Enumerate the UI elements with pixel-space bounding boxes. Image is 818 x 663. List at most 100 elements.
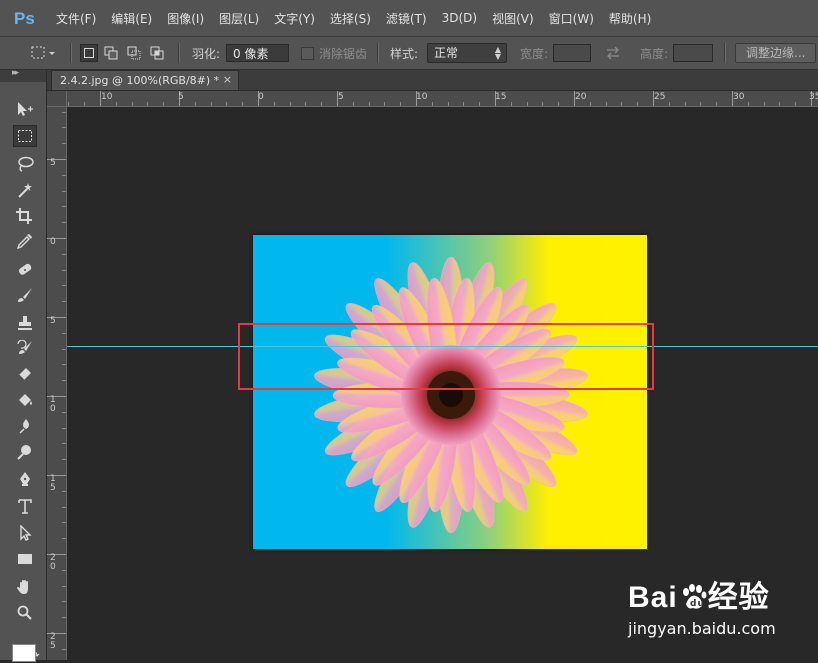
- feather-input[interactable]: 0 像素: [226, 44, 289, 62]
- menu-image[interactable]: 图像(I): [167, 10, 204, 27]
- refine-edge-button[interactable]: 调整边缘...: [735, 43, 817, 63]
- zoom-tool[interactable]: [13, 602, 37, 624]
- height-input[interactable]: [673, 44, 713, 62]
- ruler-minor-tick: [147, 102, 149, 106]
- eyedropper-tool-icon: [16, 234, 32, 249]
- brush-tool[interactable]: [13, 284, 37, 306]
- foreground-color-swatch[interactable]: [12, 644, 36, 662]
- dodge-tool[interactable]: [13, 441, 37, 463]
- menu-view[interactable]: 视图(V): [492, 10, 534, 27]
- width-input[interactable]: [553, 44, 591, 62]
- ruler-minor-tick: [779, 102, 781, 106]
- toolbox-collapse-bar[interactable]: ▸▸: [0, 68, 46, 82]
- eraser-tool[interactable]: [13, 362, 37, 384]
- ruler-minor-tick: [558, 102, 560, 106]
- horizontal-ruler[interactable]: 10 5 0 5 10 15 20 25 30 35: [67, 91, 818, 107]
- menu-filter[interactable]: 滤镜(T): [386, 10, 427, 27]
- ruler-minor-tick: [62, 174, 66, 176]
- watermark-logo-text: 经验: [707, 581, 770, 614]
- menu-edit[interactable]: 编辑(E): [111, 10, 152, 27]
- spot-healing-brush-tool[interactable]: [13, 259, 37, 281]
- rectangle-tool[interactable]: [13, 548, 37, 570]
- ruler-minor-tick: [668, 102, 670, 106]
- blur-tool-icon: [19, 419, 29, 434]
- blur-tool[interactable]: [13, 415, 37, 437]
- style-select[interactable]: 正常 ▲ ▼: [427, 43, 507, 63]
- menu-type[interactable]: 文字(Y): [274, 10, 315, 27]
- menu-layer[interactable]: 图层(L): [219, 10, 259, 27]
- ruler-minor-tick: [62, 443, 66, 445]
- eyedropper-tool[interactable]: [13, 230, 37, 252]
- crop-tool[interactable]: [13, 205, 37, 227]
- ruler-minor-tick: [62, 111, 66, 113]
- menu-window[interactable]: 窗口(W): [549, 10, 594, 27]
- ruler-minor-tick: [621, 102, 623, 106]
- ruler-minor-tick: [242, 102, 244, 106]
- ruler-minor-tick: [479, 102, 481, 106]
- dodge-tool-icon: [17, 445, 31, 460]
- ruler-minor-tick: [62, 190, 66, 192]
- ruler-label: 5: [50, 316, 56, 326]
- type-tool[interactable]: [13, 495, 37, 517]
- document-tab[interactable]: 2.4.2.jpg @ 100%(RGB/8#) * ×: [51, 70, 239, 90]
- move-tool-icon: [18, 102, 33, 116]
- clone-stamp-tool[interactable]: [13, 312, 37, 334]
- antialias-checkbox[interactable]: 消除锯齿: [301, 37, 367, 69]
- ruler-label: 2 5: [50, 632, 56, 651]
- hand-tool[interactable]: [13, 576, 37, 598]
- swap-width-height-button[interactable]: [605, 37, 621, 69]
- ruler-label: 5: [338, 92, 344, 102]
- brush-tool-icon: [18, 288, 32, 302]
- ruler-minor-tick: [273, 102, 275, 106]
- menu-items: 文件(F) 编辑(E) 图像(I) 图层(L) 文字(Y) 选择(S) 滤镜(T…: [56, 0, 666, 36]
- rectangular-marquee-tool[interactable]: [13, 125, 37, 147]
- ruler-minor-tick: [700, 102, 702, 106]
- collapse-arrows-icon: ▸▸: [12, 68, 19, 78]
- clone-stamp-tool-icon: [18, 316, 32, 330]
- add-to-selection-button[interactable]: [103, 37, 119, 69]
- history-brush-tool[interactable]: [13, 337, 37, 359]
- new-selection-button[interactable]: [80, 37, 98, 69]
- menu-bar: Ps 文件(F) 编辑(E) 图像(I) 图层(L) 文字(Y) 选择(S) 滤…: [0, 0, 818, 37]
- intersect-selection-button[interactable]: [149, 37, 165, 69]
- ruler-minor-tick: [589, 102, 591, 106]
- menu-file[interactable]: 文件(F): [56, 10, 96, 27]
- vertical-ruler[interactable]: 5 0 5 1 0 1 5 2 0 2 5: [47, 107, 67, 660]
- pen-tool-icon: [20, 472, 30, 486]
- subtract-from-selection-button[interactable]: [126, 37, 142, 69]
- document-tab-title: 2.4.2.jpg @ 100%(RGB/8#) *: [60, 74, 220, 87]
- ruler-minor-tick: [62, 364, 66, 366]
- menu-select[interactable]: 选择(S): [330, 10, 371, 27]
- ruler-minor-tick: [62, 648, 66, 650]
- menu-3d[interactable]: 3D(D): [442, 11, 477, 25]
- lasso-tool-icon: [18, 156, 34, 172]
- ruler-minor-tick: [62, 348, 66, 350]
- ruler-minor-tick: [526, 102, 528, 106]
- menu-help[interactable]: 帮助(H): [609, 10, 651, 27]
- marquee-preset-icon: [31, 46, 55, 59]
- ruler-label: 15: [495, 92, 507, 102]
- options-separator: [724, 43, 726, 63]
- close-icon[interactable]: ×: [223, 73, 232, 86]
- ruler-minor-tick: [62, 427, 66, 429]
- crop-tool-icon: [16, 208, 32, 224]
- path-selection-tool[interactable]: [13, 522, 37, 544]
- ruler-minor-tick: [68, 102, 70, 106]
- ruler-minor-tick: [62, 617, 66, 619]
- ruler-origin[interactable]: [47, 91, 67, 107]
- document-image[interactable]: [253, 235, 647, 549]
- magic-wand-tool[interactable]: [13, 179, 37, 201]
- ruler-minor-tick: [542, 102, 544, 106]
- move-tool[interactable]: [13, 98, 37, 120]
- ruler-label: 0: [50, 237, 56, 247]
- pen-tool[interactable]: [13, 468, 37, 490]
- ruler-label: 20: [575, 92, 587, 102]
- toolbox: ▸▸: [0, 68, 47, 662]
- paint-bucket-tool[interactable]: [13, 389, 37, 411]
- ruler-minor-tick: [210, 102, 212, 106]
- tool-preset-picker[interactable]: [30, 37, 56, 69]
- ruler-minor-tick: [795, 102, 797, 106]
- watermark-logo-text: Bai: [628, 581, 678, 614]
- hand-tool-icon: [17, 580, 28, 594]
- lasso-tool[interactable]: [13, 153, 37, 175]
